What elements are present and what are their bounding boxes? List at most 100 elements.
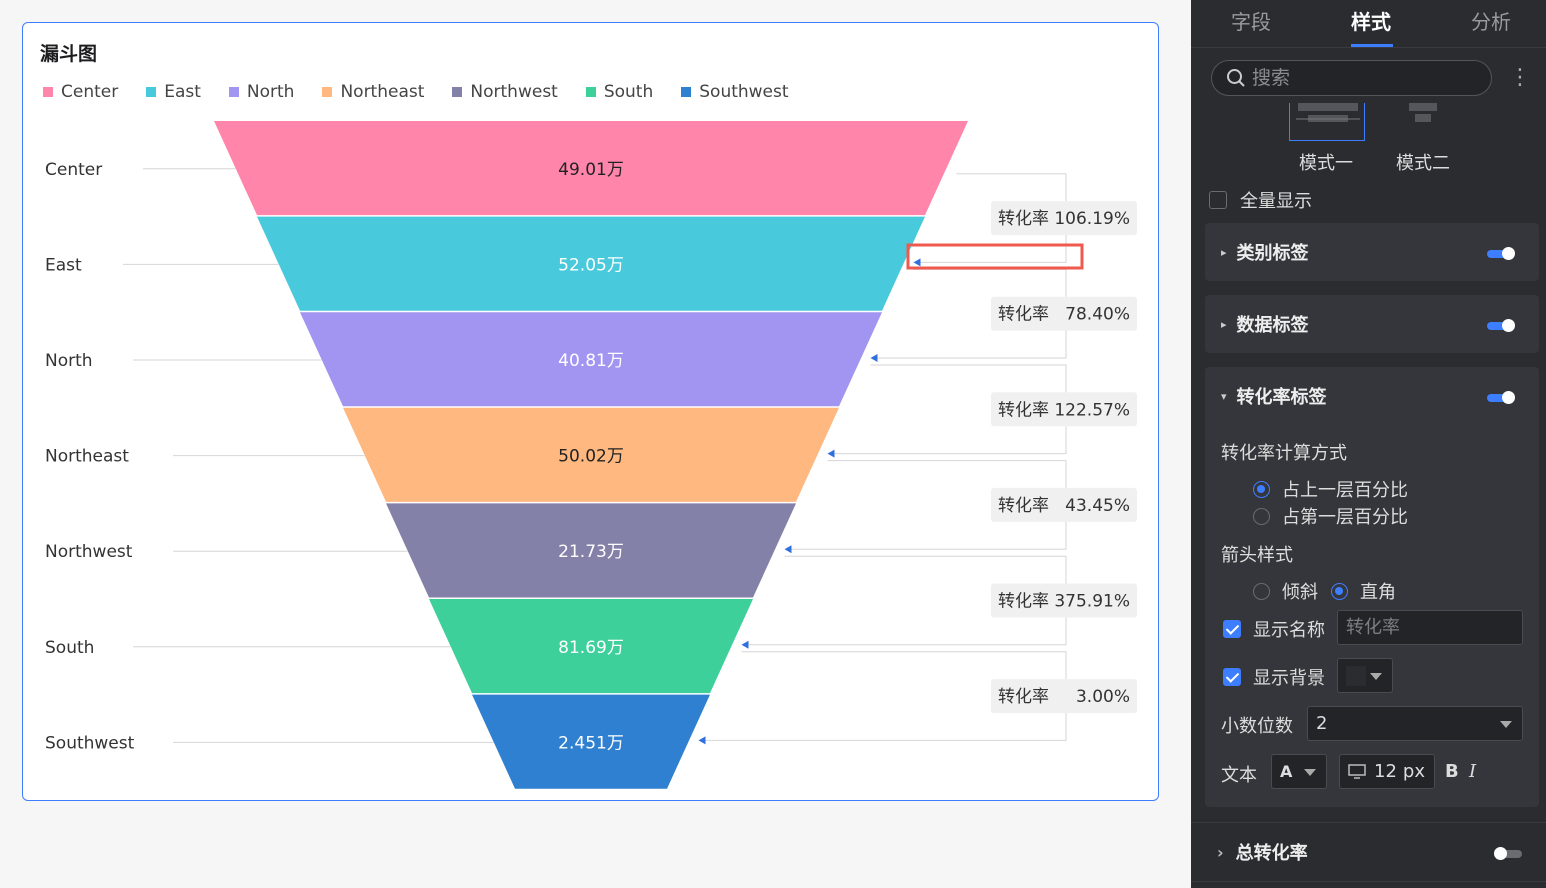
conversion-rate: 122.57% [1054, 400, 1130, 420]
conversion-rate: 43.45% [1065, 496, 1130, 516]
decimals-label: 小数位数 [1221, 716, 1293, 737]
arrow-head-icon [913, 258, 921, 267]
arrow-head-icon [870, 354, 878, 362]
conversion-name: 转化率 [998, 209, 1049, 229]
calc-option-first[interactable]: 占第一层百分比 [1253, 503, 1408, 529]
show-name-checkbox[interactable] [1223, 620, 1241, 638]
conversion-rate: 78.40% [1065, 305, 1130, 325]
section-data-label-title: 数据标签 [1236, 315, 1309, 336]
section-conversion-label: ▾ 转化率标签 转化率计算方式 占上一层百分比 占第一层百分比 箭头样式 倾斜 … [1205, 367, 1539, 807]
section-conversion-label-title: 转化率标签 [1236, 387, 1327, 408]
section-category-label-title: 类别标签 [1236, 243, 1309, 264]
arrow-option-right-angle[interactable]: 直角 [1331, 578, 1396, 604]
funnel-chart: 49.01万 Center 52.05万 East 40.81万 North 50.02万 N… [45, 121, 1137, 789]
search-box[interactable] [1211, 60, 1492, 96]
decimals-value: 2 [1316, 713, 1328, 734]
decimals-select[interactable]: 2 [1307, 706, 1523, 741]
chart-card[interactable]: 漏斗图 Center East North Northeast Northwest Sou… [22, 22, 1159, 801]
data-label: 40.81万 [558, 351, 624, 371]
category-label-toggle[interactable] [1487, 247, 1515, 260]
chevron-down-icon [1370, 672, 1382, 680]
section-total-conversion-title: 总转化率 [1235, 843, 1308, 864]
category-label: Center [45, 160, 102, 180]
arrow-head-icon [784, 545, 792, 554]
color-swatch [1346, 665, 1366, 686]
category-label: Southwest [45, 733, 135, 753]
data-label-toggle[interactable] [1487, 319, 1515, 332]
conversion-rate: 3.00% [1076, 687, 1130, 707]
mode-1-thumbnail[interactable] [1289, 103, 1365, 141]
category-label: South [45, 638, 94, 658]
data-label: 52.05万 [558, 255, 624, 275]
conversion-name: 转化率 [998, 305, 1049, 325]
category-label: East [45, 255, 82, 275]
show-name-input[interactable] [1346, 617, 1522, 638]
arrow-head-icon [741, 640, 749, 649]
show-name-field[interactable] [1337, 610, 1523, 645]
section-category-label[interactable]: ▸ 类别标签 [1205, 223, 1539, 281]
chevron-down-icon [1500, 720, 1512, 728]
font-color-glyph: A [1280, 762, 1293, 781]
section-data-label[interactable]: ▸ 数据标签 [1205, 295, 1539, 353]
caret-right-icon: ▸ [1221, 245, 1227, 259]
arrow-head-icon [827, 449, 835, 458]
arrow-option-slant[interactable]: 倾斜 [1253, 578, 1318, 604]
mode-1-label[interactable]: 模式一 [1299, 149, 1353, 175]
data-label: 21.73万 [558, 542, 624, 562]
search-icon [1227, 69, 1245, 87]
text-label: 文本 [1221, 765, 1257, 786]
more-options-icon[interactable]: ⋮ [1509, 64, 1531, 92]
show-background-row[interactable]: 显示背景 [1223, 664, 1325, 690]
background-color-picker[interactable] [1337, 658, 1393, 693]
total-conversion-toggle[interactable] [1494, 847, 1522, 860]
full-display-row[interactable]: 全量显示 [1209, 187, 1312, 213]
conversion-rate: 375.91% [1054, 592, 1130, 612]
font-size-unit: px [1402, 761, 1425, 782]
tab-bar: 字段 样式 分析 [1191, 0, 1546, 48]
font-size-value: 12 [1374, 761, 1397, 782]
data-label: 50.02万 [558, 447, 624, 467]
arrow-slant-radio[interactable] [1253, 582, 1270, 600]
bold-button[interactable]: B [1445, 761, 1459, 782]
tab-style[interactable]: 样式 [1351, 6, 1391, 35]
show-background-checkbox[interactable] [1223, 668, 1241, 686]
highlight-box [906, 243, 1084, 270]
mode-2-thumbnail[interactable] [1409, 103, 1437, 125]
chevron-down-icon [1304, 768, 1316, 776]
data-label: 2.451万 [558, 733, 624, 753]
show-name-row[interactable]: 显示名称 [1223, 616, 1325, 642]
data-label: 49.01万 [558, 160, 624, 180]
active-tab-indicator [1351, 44, 1393, 47]
font-size-field[interactable]: 12 px [1339, 754, 1435, 789]
conversion-rate: 106.19% [1054, 209, 1130, 229]
conversion-name: 转化率 [998, 687, 1049, 707]
data-label: 81.69万 [558, 638, 624, 658]
tab-analysis[interactable]: 分析 [1471, 6, 1511, 35]
category-label: North [45, 351, 93, 371]
conversion-name: 转化率 [998, 400, 1049, 420]
section-total-conversion[interactable]: › 总转化率 [1191, 822, 1546, 882]
category-label: Northwest [45, 542, 133, 562]
monitor-icon [1348, 763, 1366, 779]
calc-first-radio[interactable] [1253, 507, 1270, 525]
category-label: Northeast [45, 447, 129, 467]
arrow-right-angle-radio[interactable] [1331, 582, 1348, 600]
arrow-head-icon [698, 736, 706, 745]
style-panel: 字段 样式 分析 ⋮ 模式一 模式二 全量显示 ▸ 类别标签 [1191, 0, 1546, 888]
mode-2-label[interactable]: 模式二 [1396, 149, 1450, 175]
italic-button[interactable]: I [1469, 761, 1476, 782]
caret-right-icon: ▸ [1221, 317, 1227, 331]
search-input[interactable] [1252, 67, 1472, 89]
conversion-label-toggle[interactable] [1487, 391, 1515, 404]
arrow-style-label: 箭头样式 [1221, 545, 1293, 566]
conversion-name: 转化率 [998, 592, 1049, 612]
full-display-checkbox[interactable] [1209, 191, 1227, 209]
caret-down-icon: ▾ [1221, 389, 1227, 403]
tab-fields[interactable]: 字段 [1231, 6, 1271, 35]
chevron-right-icon: › [1217, 842, 1224, 862]
calc-option-prev[interactable]: 占上一层百分比 [1253, 476, 1408, 502]
calc-prev-radio[interactable] [1253, 480, 1270, 498]
calc-method-label: 转化率计算方式 [1221, 443, 1347, 464]
full-display-label: 全量显示 [1240, 191, 1312, 212]
font-color-select[interactable]: A [1271, 754, 1327, 789]
